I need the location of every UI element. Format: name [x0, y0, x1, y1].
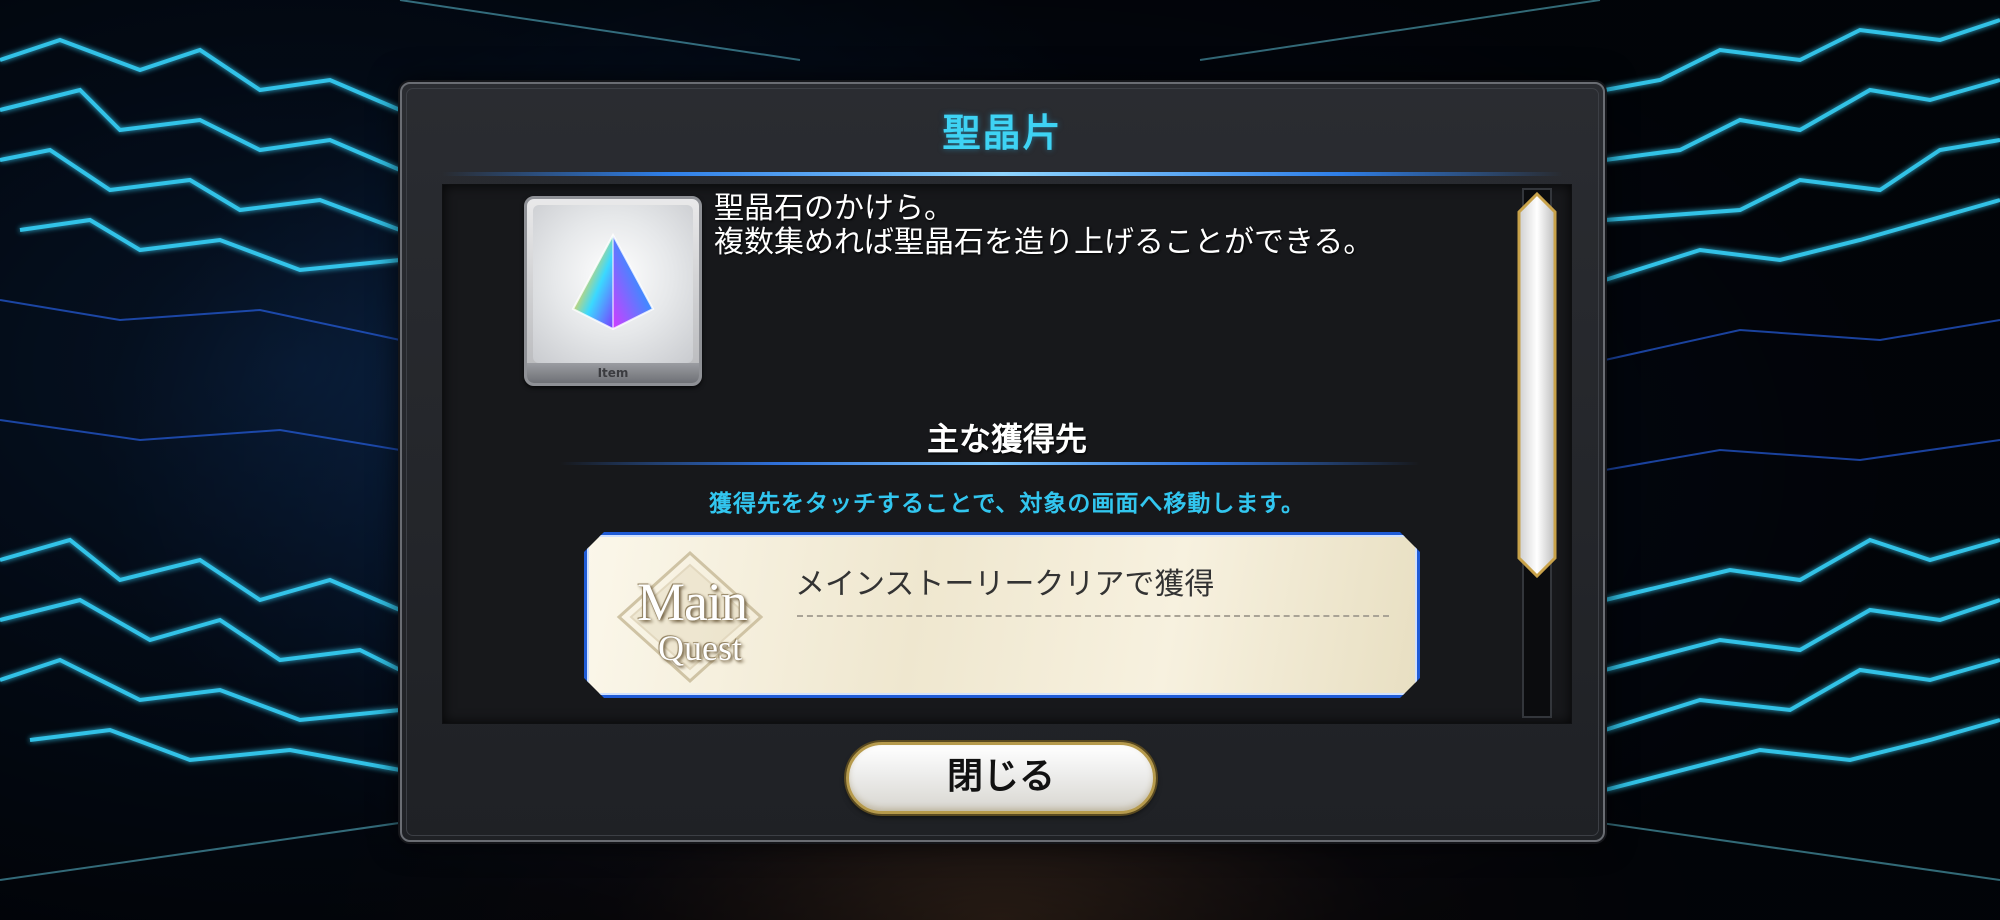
scroll-thumb-shape [1517, 191, 1557, 579]
title-divider [442, 172, 1563, 176]
source-dashed-divider [797, 615, 1389, 617]
item-detail-dialog: 聖晶片 Item 聖晶石のかけら。 複数集めれば聖晶石を造り上げることができる。… [400, 82, 1605, 842]
item-description-line-1: 聖晶石のかけら。 [714, 191, 954, 226]
item-description-line-2: 複数集めれば聖晶石を造り上げることができる。 [714, 225, 1374, 260]
close-button[interactable]: 閉じる [846, 742, 1156, 814]
sources-heading: 主な獲得先 [926, 420, 1087, 458]
rainbow-crystal-pyramid-icon [571, 232, 655, 331]
source-label: メインストーリークリアで獲得 [795, 567, 1215, 602]
sources-hint: 獲得先をタッチすることで、対象の画面へ移動します。 [708, 491, 1306, 517]
emblem-word-main: Main [637, 572, 747, 632]
source-main-quest-button[interactable]: Main Quest メインストーリークリアで獲得 [584, 532, 1420, 698]
dialog-title: 聖晶片 [942, 111, 1063, 155]
emblem-word-quest: Quest [658, 628, 742, 668]
item-card-art [533, 205, 693, 363]
scrollbar-thumb[interactable] [1515, 191, 1559, 579]
main-quest-emblem: Main Quest [615, 549, 765, 685]
item-card: Item [524, 196, 702, 386]
item-description: 聖晶石のかけら。 複数集めれば聖晶石を造り上げることができる。 [714, 192, 1373, 260]
item-card-label: Item [527, 363, 699, 383]
sources-divider [560, 462, 1420, 465]
